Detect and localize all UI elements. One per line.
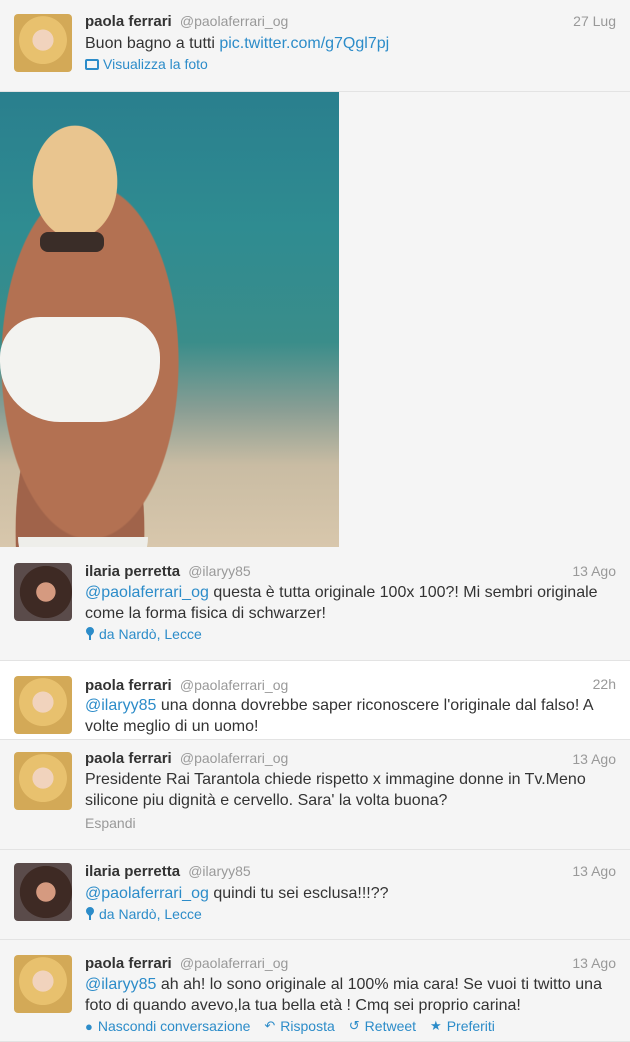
avatar[interactable]	[14, 752, 72, 810]
photo-detail-glasses	[40, 232, 104, 252]
timestamp[interactable]: 27 Lug	[573, 13, 616, 29]
tweet-1[interactable]: paola ferrari @paolaferrari_og 27 Lug Bu…	[0, 0, 630, 92]
location-label: da Nardò, Lecce	[99, 626, 202, 642]
avatar[interactable]	[14, 14, 72, 72]
tweet-5[interactable]: ilaria perretta @ilaryy85 13 Ago @paolaf…	[0, 850, 630, 940]
user-handle[interactable]: @ilaryy85	[188, 863, 250, 879]
hide-conversation-button[interactable]: ● Nascondi conversazione	[85, 1018, 250, 1034]
view-photo-label: Visualizza la foto	[103, 56, 208, 72]
photo-icon	[85, 58, 99, 70]
user-name[interactable]: ilaria perretta	[85, 863, 180, 880]
retweet-label: Retweet	[364, 1018, 417, 1034]
user-handle[interactable]: @paolaferrari_og	[180, 955, 288, 971]
timestamp[interactable]: 22h	[593, 676, 616, 692]
photo-link[interactable]: pic.twitter.com/g7Qgl7pj	[219, 35, 389, 52]
user-name[interactable]: paola ferrari	[85, 13, 172, 30]
photo-detail-top	[0, 317, 160, 422]
user-handle[interactable]: @ilaryy85	[188, 563, 250, 579]
tweet-text: @ilaryy85 una donna dovrebbe saper ricon…	[85, 695, 610, 737]
user-name[interactable]: ilaria perretta	[85, 563, 180, 580]
location-pin-icon	[85, 627, 95, 641]
tweet-2[interactable]: ilaria perretta @ilaryy85 13 Ago @paolaf…	[0, 548, 630, 661]
tweet-actions: ● Nascondi conversazione ↶ Risposta ↺ Re…	[85, 1018, 495, 1034]
avatar[interactable]	[14, 563, 72, 621]
mention-link[interactable]: @paolaferrari_og	[85, 584, 209, 601]
speech-bubble-icon: ●	[85, 1018, 93, 1034]
user-handle[interactable]: @paolaferrari_og	[180, 13, 288, 29]
hide-conversation-label: Nascondi conversazione	[97, 1018, 251, 1034]
tweet-text-body: una donna dovrebbe saper riconoscere l'o…	[85, 697, 593, 735]
user-name[interactable]: paola ferrari	[85, 955, 172, 972]
user-name[interactable]: paola ferrari	[85, 750, 172, 767]
mention-link[interactable]: @ilaryy85	[85, 697, 156, 714]
reply-arrow-icon: ↶	[264, 1018, 276, 1033]
tweet-text-body: Buon bagno a tutti	[85, 35, 220, 52]
mention-link[interactable]: @paolaferrari_og	[85, 885, 209, 902]
user-name[interactable]: paola ferrari	[85, 677, 172, 694]
avatar[interactable]	[14, 676, 72, 734]
tweet-6[interactable]: paola ferrari @paolaferrari_og 13 Ago @i…	[0, 940, 630, 1042]
location-link[interactable]: da Nardò, Lecce	[85, 906, 202, 922]
photo-detail-bottom	[18, 537, 148, 547]
tweet-4[interactable]: paola ferrari @paolaferrari_og 13 Ago Pr…	[0, 740, 630, 850]
timestamp[interactable]: 13 Ago	[572, 955, 616, 971]
avatar[interactable]	[14, 863, 72, 921]
tweet-text-body: ah ah! lo sono originale al 100% mia car…	[85, 976, 602, 1014]
mention-link[interactable]: @ilaryy85	[85, 976, 156, 993]
tweet-text-body: quindi tu sei esclusa!!!??	[208, 885, 389, 902]
tweet-text: @paolaferrari_og questa è tutta original…	[85, 582, 610, 624]
tweet-text: Buon bagno a tutti pic.twitter.com/g7Qgl…	[85, 33, 610, 54]
view-photo-link[interactable]: Visualizza la foto	[85, 56, 208, 72]
location-pin-icon	[85, 907, 95, 921]
timestamp[interactable]: 13 Ago	[572, 563, 616, 579]
avatar[interactable]	[14, 955, 72, 1013]
tweet-3[interactable]: paola ferrari @paolaferrari_og 22h @ilar…	[0, 661, 630, 740]
tweet-text: @ilaryy85 ah ah! lo sono originale al 10…	[85, 974, 610, 1016]
tweet-text: @paolaferrari_og quindi tu sei esclusa!!…	[85, 883, 610, 904]
favorite-button[interactable]: ★ Preferiti	[430, 1018, 495, 1034]
retweet-icon: ↺	[348, 1018, 360, 1033]
user-handle[interactable]: @paolaferrari_og	[180, 750, 288, 766]
location-link[interactable]: da Nardò, Lecce	[85, 626, 202, 642]
timestamp[interactable]: 13 Ago	[572, 751, 616, 767]
reply-label: Risposta	[280, 1018, 335, 1034]
expand-link[interactable]: Espandi	[85, 815, 136, 831]
star-icon: ★	[430, 1018, 442, 1033]
retweet-button[interactable]: ↺ Retweet	[349, 1018, 416, 1034]
timestamp[interactable]: 13 Ago	[572, 863, 616, 879]
favorite-label: Preferiti	[446, 1018, 495, 1034]
tweet-photo[interactable]	[0, 92, 339, 547]
reply-button[interactable]: ↶ Risposta	[264, 1018, 334, 1034]
tweet-text: Presidente Rai Tarantola chiede rispetto…	[85, 771, 586, 809]
location-label: da Nardò, Lecce	[99, 906, 202, 922]
user-handle[interactable]: @paolaferrari_og	[180, 677, 288, 693]
